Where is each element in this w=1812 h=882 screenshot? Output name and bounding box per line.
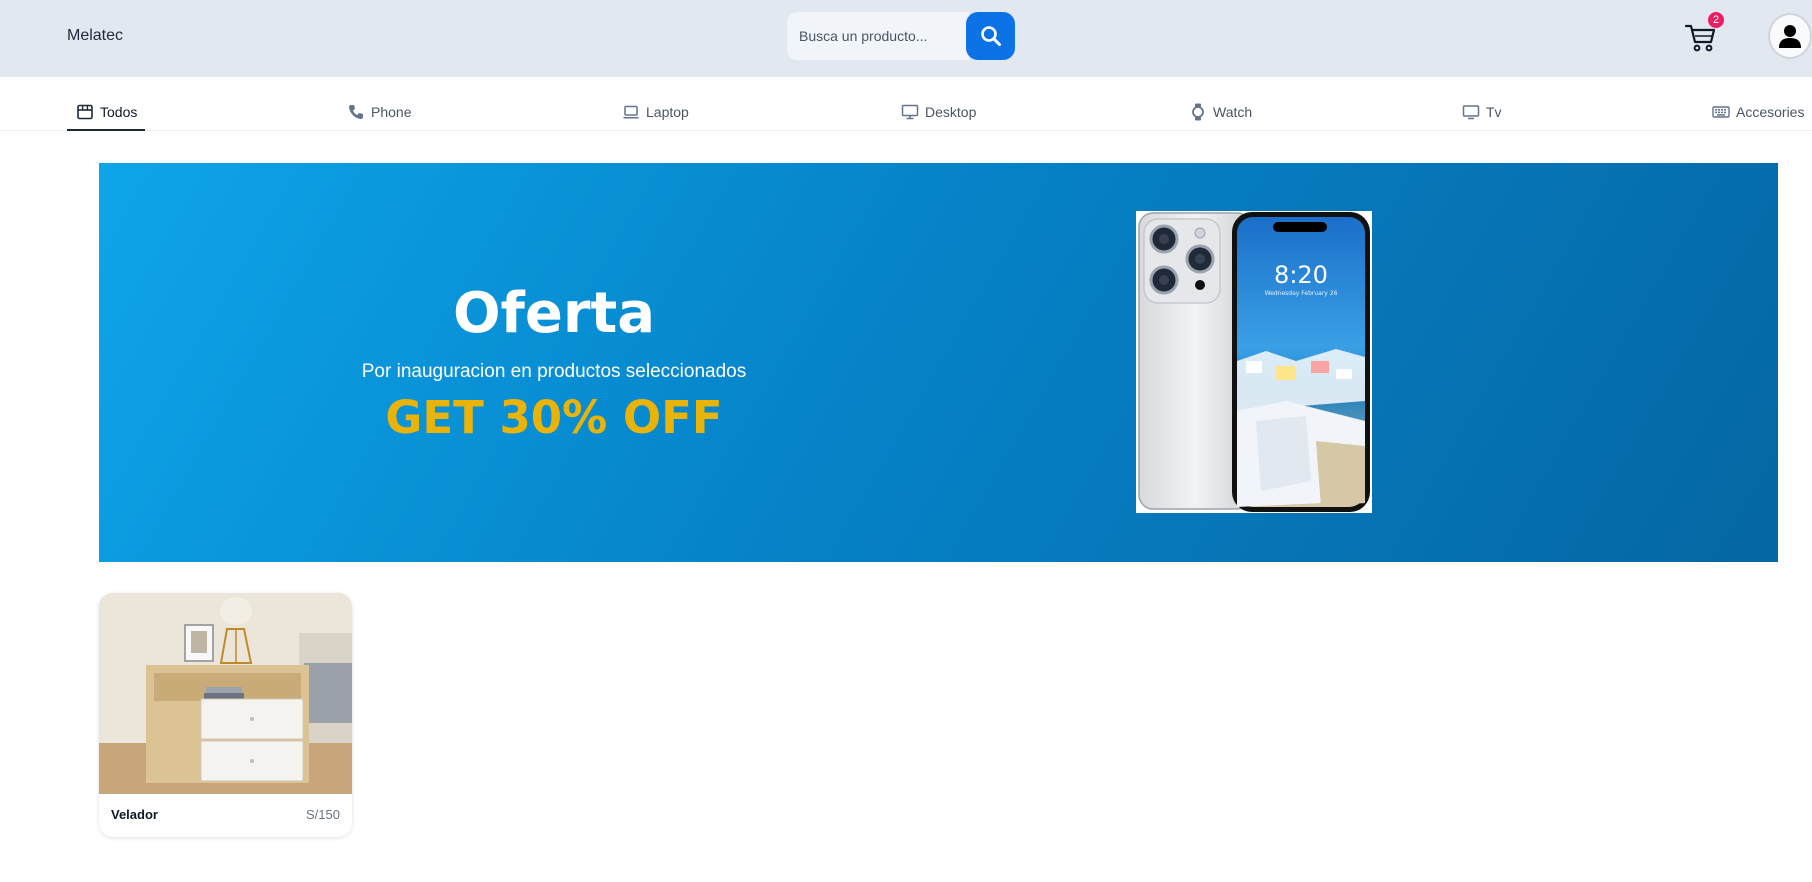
product-card[interactable]: Velador S/150 [99, 593, 352, 837]
phone-icon [349, 105, 363, 119]
top-header: Melatec 2 [0, 0, 1812, 77]
category-label: Watch [1213, 104, 1253, 120]
category-label: Phone [371, 104, 412, 120]
tv-icon [1462, 105, 1480, 120]
category-label: Todos [100, 104, 138, 120]
banner-title: Oferta [452, 281, 656, 346]
category-label: Accesories [1736, 104, 1805, 120]
cart-count-badge: 2 [1708, 12, 1724, 28]
product-name: Velador [111, 807, 158, 822]
banner-text-block: Oferta Por inauguracion en productos sel… [99, 163, 1009, 562]
product-price: S/150 [306, 807, 340, 822]
category-tab-laptop[interactable]: Laptop [622, 101, 689, 123]
banner-discount: GET 30% OFF [385, 391, 723, 444]
svg-text:8:20: 8:20 [1274, 261, 1328, 289]
category-label: Tv [1486, 104, 1502, 120]
category-nav: Todos Phone Laptop Desktop Watch Tv Acce… [0, 77, 1812, 131]
store-icon [77, 104, 93, 120]
nightstand-image [99, 593, 352, 794]
user-icon [1779, 25, 1801, 48]
search-input[interactable] [787, 12, 969, 60]
category-label: Desktop [925, 104, 977, 120]
watch-icon [1192, 103, 1204, 121]
smartphone-image: 8:20 Wednesday February 26 [1136, 211, 1372, 513]
active-tab-indicator [67, 129, 145, 131]
category-tab-phone[interactable]: Phone [347, 101, 411, 123]
keyboard-icon [1712, 106, 1730, 118]
desktop-icon [901, 104, 919, 120]
promo-banner[interactable]: Oferta Por inauguracion en productos sel… [99, 163, 1778, 562]
search-icon [980, 26, 1001, 46]
category-tab-desktop[interactable]: Desktop [901, 101, 976, 123]
brand-name[interactable]: Melatec [67, 27, 123, 45]
banner-subtitle: Por inauguracion en productos selecciona… [361, 361, 747, 382]
category-tab-accesories[interactable]: Accesories [1712, 101, 1804, 123]
category-tab-todos[interactable]: Todos [76, 101, 137, 123]
search-bar [787, 12, 1015, 60]
category-tab-watch[interactable]: Watch [1189, 101, 1252, 123]
cart-button[interactable]: 2 [1684, 12, 1724, 54]
svg-text:Wednesday February 26: Wednesday February 26 [1265, 290, 1338, 297]
category-tab-tv[interactable]: Tv [1462, 101, 1502, 123]
laptop-icon [623, 105, 639, 119]
user-avatar[interactable] [1768, 13, 1812, 59]
search-button[interactable] [966, 12, 1015, 60]
category-label: Laptop [646, 104, 689, 120]
